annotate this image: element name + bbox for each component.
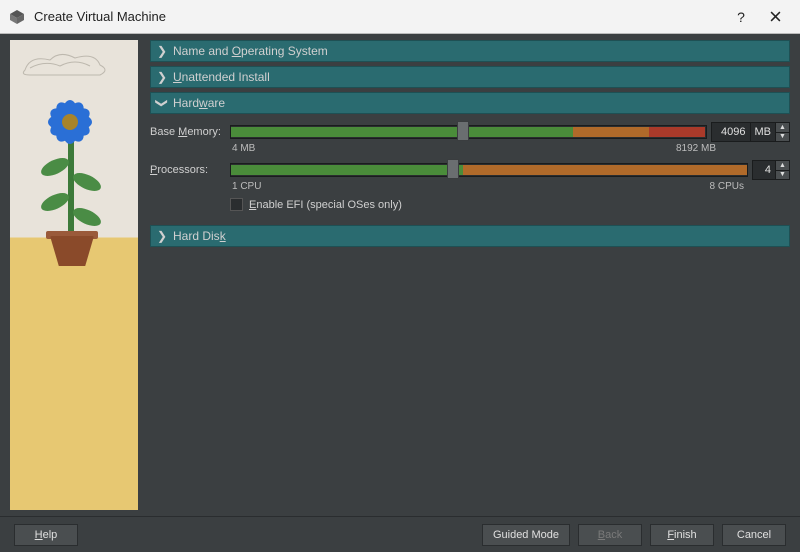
chevron-down-icon: ❯ xyxy=(155,98,169,108)
section-hardware-label: Hardware xyxy=(173,96,225,110)
memory-input[interactable] xyxy=(711,122,751,142)
section-unattended[interactable]: ❯ Unattended Install xyxy=(150,66,790,88)
efi-checkbox[interactable] xyxy=(230,198,243,211)
main-panel: ❯ Name and Operating System ❯ Unattended… xyxy=(138,34,800,516)
memory-unit: MB xyxy=(751,122,777,142)
memory-step-up[interactable]: ▲ xyxy=(776,123,789,133)
memory-slider-thumb[interactable] xyxy=(457,121,469,141)
help-titlebar-button[interactable]: ? xyxy=(724,0,758,34)
help-button[interactable]: Help xyxy=(14,524,78,546)
memory-slider[interactable] xyxy=(230,123,707,141)
memory-step-down[interactable]: ▼ xyxy=(776,133,789,142)
cancel-button[interactable]: Cancel xyxy=(722,524,786,546)
chevron-right-icon: ❯ xyxy=(157,44,167,58)
chevron-right-icon: ❯ xyxy=(157,70,167,84)
cpu-row: Processors: ▲ ▼ xyxy=(150,160,790,180)
section-name-os-label: Name and Operating System xyxy=(173,44,328,58)
cpu-slider[interactable] xyxy=(230,161,748,179)
cpu-step-down[interactable]: ▼ xyxy=(776,171,789,180)
memory-spinbox[interactable]: MB ▲ ▼ xyxy=(711,122,791,142)
cpu-label: Processors: xyxy=(150,164,226,176)
close-button[interactable] xyxy=(758,0,792,34)
section-hardware[interactable]: ❯ Hardware xyxy=(150,92,790,114)
memory-max-tick: 8192 MB xyxy=(676,143,716,154)
back-button: Back xyxy=(578,524,642,546)
section-unattended-label: Unattended Install xyxy=(173,70,270,84)
finish-button[interactable]: Finish xyxy=(650,524,714,546)
cpu-step-up[interactable]: ▲ xyxy=(776,161,789,171)
app-icon xyxy=(8,8,26,26)
memory-row: Base Memory: MB ▲ ▼ xyxy=(150,122,790,142)
section-name-os[interactable]: ❯ Name and Operating System xyxy=(150,40,790,62)
footer: Help Guided Mode Back Finish Cancel xyxy=(0,516,800,552)
cpu-min-tick: 1 CPU xyxy=(232,181,261,192)
dialog-body: ❯ Name and Operating System ❯ Unattended… xyxy=(0,34,800,516)
memory-min-tick: 4 MB xyxy=(232,143,255,154)
efi-row[interactable]: Enable EFI (special OSes only) xyxy=(230,198,790,211)
window-title: Create Virtual Machine xyxy=(34,9,724,24)
titlebar: Create Virtual Machine ? xyxy=(0,0,800,34)
hardware-body: Base Memory: MB ▲ ▼ xyxy=(150,118,790,221)
section-hard-disk-label: Hard Disk xyxy=(173,229,226,243)
cpu-max-tick: 8 CPUs xyxy=(710,181,744,192)
wizard-illustration xyxy=(10,40,138,510)
efi-label: Enable EFI (special OSes only) xyxy=(249,199,402,211)
cpu-slider-thumb[interactable] xyxy=(447,159,459,179)
cpu-input[interactable] xyxy=(752,160,776,180)
cpu-spinbox[interactable]: ▲ ▼ xyxy=(752,160,790,180)
memory-label: Base Memory: xyxy=(150,126,226,138)
guided-mode-button[interactable]: Guided Mode xyxy=(482,524,570,546)
section-hard-disk[interactable]: ❯ Hard Disk xyxy=(150,225,790,247)
chevron-right-icon: ❯ xyxy=(157,229,167,243)
